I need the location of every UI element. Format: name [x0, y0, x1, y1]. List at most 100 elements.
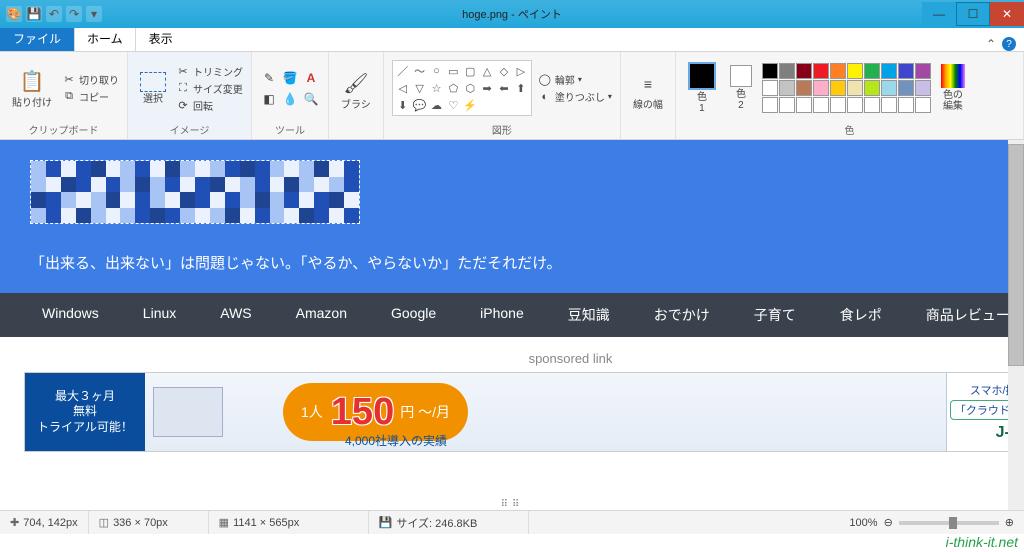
picker-tool-icon[interactable]: 💧	[281, 90, 299, 108]
palette-swatch[interactable]	[830, 97, 846, 113]
cut-button[interactable]: ✂切り取り	[62, 72, 119, 87]
ribbon-tabs: ファイル ホーム 表示 ⌃ ?	[0, 28, 1024, 52]
shape-fill-button[interactable]: ◐塗りつぶし▾	[538, 89, 612, 104]
palette-swatch[interactable]	[864, 80, 880, 96]
palette-swatch[interactable]	[796, 80, 812, 96]
watermark: i-think-it.net	[946, 534, 1018, 550]
palette-swatch[interactable]	[779, 80, 795, 96]
nav-item[interactable]: AWS	[198, 293, 273, 337]
tab-view[interactable]: 表示	[136, 25, 186, 51]
title-bar: 🎨 💾 ↶ ↷ ▾ hoge.png - ペイント — ☐ ✕	[0, 0, 1024, 28]
nav-item[interactable]: 商品レビュー	[904, 293, 1008, 337]
shapes-gallery[interactable]: ／〜○▭▢△◇▷ ◁▽☆⬠⬡➡⬅⬆ ⬇💬☁♡⚡	[392, 60, 532, 116]
nav-item[interactable]: おでかけ	[632, 293, 732, 337]
nav-item[interactable]: Linux	[121, 293, 198, 337]
brush-button[interactable]: 🖌 ブラシ	[337, 68, 375, 113]
laptop-icon	[153, 387, 223, 437]
outline-icon: ◯	[538, 73, 552, 87]
select-button[interactable]: 選択	[136, 70, 170, 107]
color2-swatch	[730, 65, 752, 87]
text-tool-icon[interactable]: A	[302, 69, 320, 87]
color-palette[interactable]	[762, 63, 931, 113]
nav-item[interactable]: Amazon	[274, 293, 369, 337]
palette-swatch[interactable]	[881, 63, 897, 79]
ad-banner-1[interactable]: 最大３ヶ月 無料 トライアル可能！ 1人 150 円 ～/月 4,000社導入の…	[24, 372, 1008, 452]
palette-swatch[interactable]	[915, 97, 931, 113]
palette-swatch[interactable]	[796, 63, 812, 79]
palette-swatch[interactable]	[864, 63, 880, 79]
copy-button[interactable]: ⧉コピー	[62, 89, 119, 104]
selection-marquee[interactable]	[30, 160, 360, 224]
vertical-scrollbar[interactable]	[1008, 140, 1024, 510]
palette-swatch[interactable]	[847, 97, 863, 113]
maximize-button[interactable]: ☐	[956, 2, 990, 26]
group-clipboard: 📋 貼り付け ✂切り取り ⧉コピー クリップボード	[0, 52, 128, 139]
close-button[interactable]: ✕	[990, 2, 1024, 26]
undo-icon[interactable]: ↶	[46, 6, 62, 22]
nav-item[interactable]: Windows	[20, 293, 121, 337]
palette-swatch[interactable]	[779, 97, 795, 113]
palette-swatch[interactable]	[830, 80, 846, 96]
color1-swatch	[688, 62, 716, 90]
help-icon[interactable]: ?	[1002, 37, 1016, 51]
paste-button[interactable]: 📋 貼り付け	[8, 66, 56, 111]
shape-outline-button[interactable]: ◯輪郭▾	[538, 72, 612, 87]
zoom-in-button[interactable]: ⊕	[1005, 516, 1014, 529]
pencil-tool-icon[interactable]: ✎	[260, 69, 278, 87]
palette-swatch[interactable]	[847, 80, 863, 96]
palette-swatch[interactable]	[813, 63, 829, 79]
palette-swatch[interactable]	[881, 97, 897, 113]
canvas[interactable]: 「出来る、出来ない」は問題じゃない。「やるか、やらないか」ただそれだけ。 Win…	[0, 140, 1008, 510]
palette-swatch[interactable]	[915, 80, 931, 96]
rotate-icon: ⟳	[176, 98, 190, 112]
scissors-icon: ✂	[62, 73, 76, 87]
filesize-icon: 💾	[379, 516, 393, 529]
color1-button[interactable]: 色 1	[684, 60, 720, 116]
zoom-slider[interactable]	[899, 521, 999, 525]
palette-swatch[interactable]	[762, 63, 778, 79]
palette-swatch[interactable]	[762, 97, 778, 113]
palette-swatch[interactable]	[847, 63, 863, 79]
rotate-button[interactable]: ⟳回転	[176, 98, 243, 113]
fill-tool-icon[interactable]: 🪣	[281, 69, 299, 87]
line-width-button[interactable]: ≡ 線の幅	[629, 68, 667, 113]
eraser-tool-icon[interactable]: ◧	[260, 90, 278, 108]
copy-icon: ⧉	[62, 90, 76, 104]
palette-swatch[interactable]	[813, 97, 829, 113]
palette-swatch[interactable]	[796, 97, 812, 113]
palette-swatch[interactable]	[881, 80, 897, 96]
nav-item[interactable]: 食レポ	[818, 293, 904, 337]
palette-swatch[interactable]	[898, 80, 914, 96]
palette-swatch[interactable]	[864, 97, 880, 113]
minimize-ribbon-icon[interactable]: ⌃	[986, 37, 996, 51]
palette-swatch[interactable]	[898, 63, 914, 79]
palette-swatch[interactable]	[830, 63, 846, 79]
color2-button[interactable]: 色 2	[726, 63, 756, 113]
palette-swatch[interactable]	[915, 63, 931, 79]
redo-icon[interactable]: ↷	[66, 6, 82, 22]
palette-swatch[interactable]	[779, 63, 795, 79]
edit-colors-button[interactable]: 色の 編集	[937, 62, 969, 114]
zoom-out-button[interactable]: ⊖	[884, 516, 893, 529]
selection-size: 336 × 70px	[113, 517, 168, 529]
save-icon[interactable]: 💾	[26, 6, 42, 22]
palette-swatch[interactable]	[898, 97, 914, 113]
sponsored-label: sponsored link	[24, 351, 1008, 366]
nav-item[interactable]: 子育て	[732, 293, 818, 337]
tab-home[interactable]: ホーム	[74, 25, 136, 51]
resize-grip-icon[interactable]: ⠿⠿	[501, 499, 524, 510]
resize-button[interactable]: ⛶サイズ変更	[176, 81, 243, 96]
nav-item[interactable]: Google	[369, 293, 458, 337]
group-tools: ✎ 🪣 A ◧ 💧 🔍 ツール	[252, 52, 329, 139]
nav-item[interactable]: 豆知識	[546, 293, 632, 337]
qat-customize-icon[interactable]: ▾	[86, 6, 102, 22]
crop-button[interactable]: ✂トリミング	[176, 64, 243, 79]
palette-swatch[interactable]	[813, 80, 829, 96]
tab-file[interactable]: ファイル	[0, 25, 74, 51]
minimize-button[interactable]: —	[922, 2, 956, 26]
nav-item[interactable]: iPhone	[458, 293, 546, 337]
spectrum-icon	[941, 64, 965, 88]
tagline: 「出来る、出来ない」は問題じゃない。「やるか、やらないか」ただそれだけ。	[30, 252, 1008, 273]
zoom-tool-icon[interactable]: 🔍	[302, 90, 320, 108]
palette-swatch[interactable]	[762, 80, 778, 96]
